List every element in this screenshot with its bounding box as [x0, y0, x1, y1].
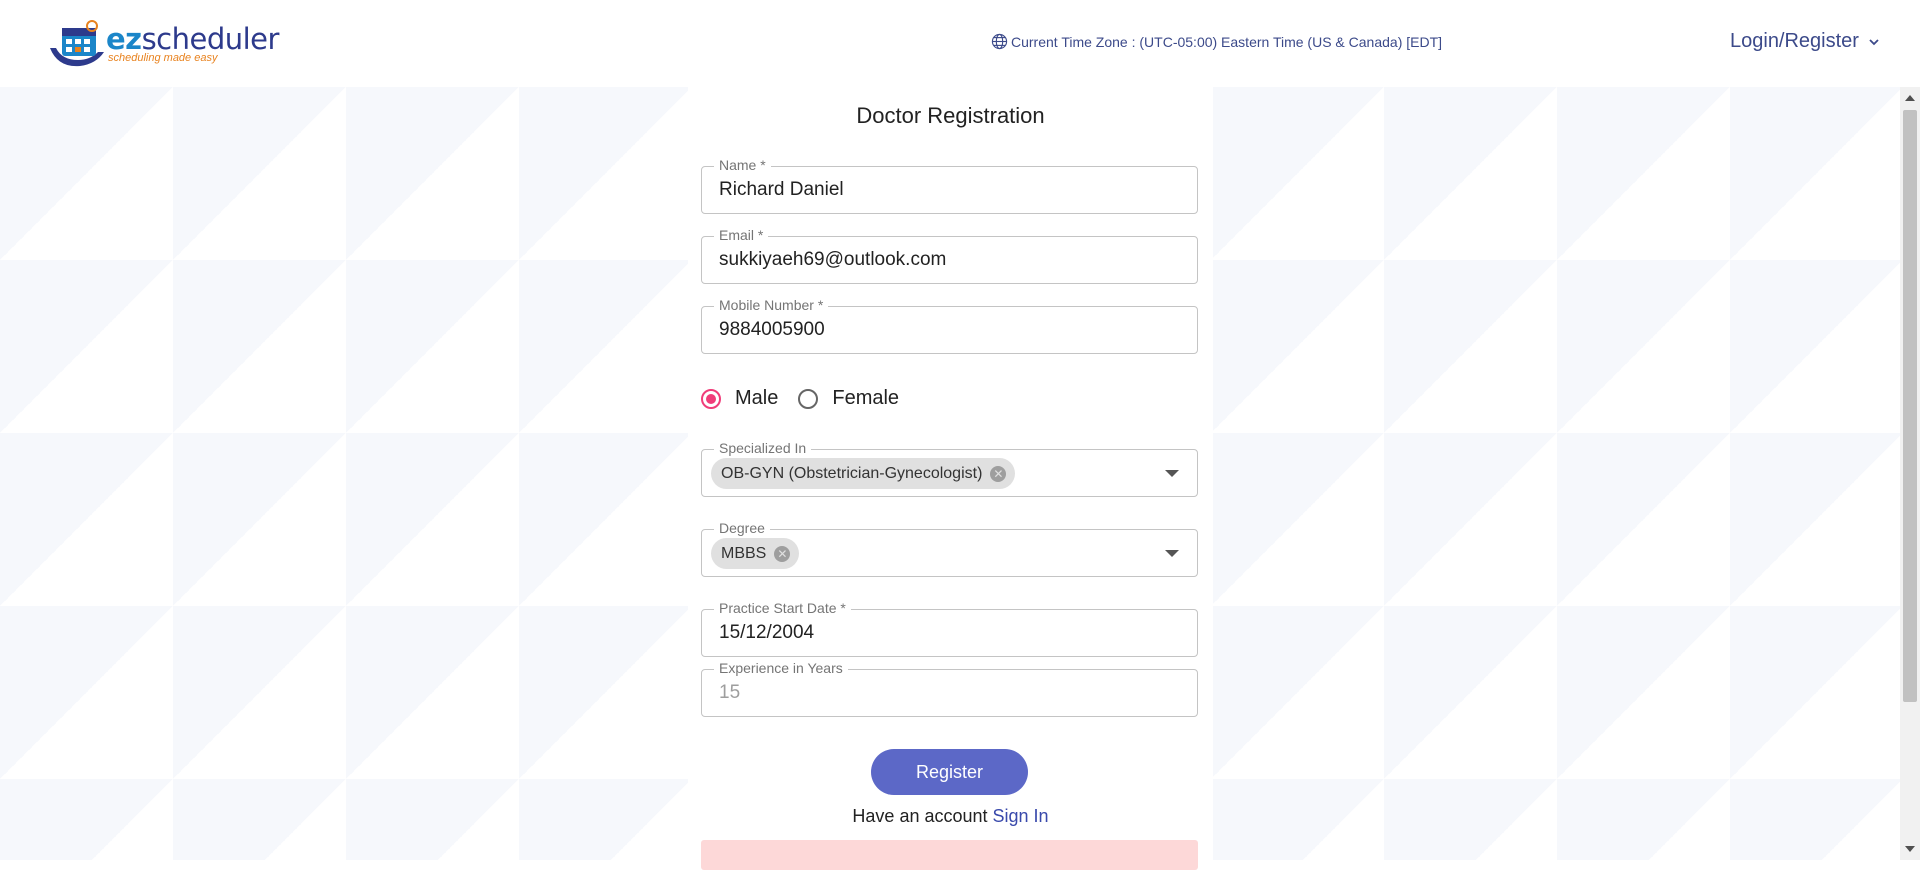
- dropdown-arrow-icon[interactable]: [1165, 550, 1179, 557]
- login-register-label: Login/Register: [1730, 30, 1859, 52]
- gender-female-radio[interactable]: Female: [798, 387, 899, 410]
- globe-icon: [991, 33, 1008, 50]
- specialized-in-select[interactable]: Specialized In OB-GYN (Obstetrician-Gyne…: [701, 440, 1198, 497]
- scroll-down-arrow-icon[interactable]: [1905, 846, 1915, 852]
- chip-remove-icon[interactable]: ✕: [774, 545, 791, 562]
- logo[interactable]: ezscheduler scheduling made easy: [48, 18, 279, 70]
- gender-male-label: Male: [735, 387, 779, 409]
- email-value: sukkiyaeh69@outlook.com: [719, 249, 947, 270]
- email-field[interactable]: Email * sukkiyaeh69@outlook.com: [701, 227, 1198, 284]
- page-title: Doctor Registration: [856, 103, 1045, 128]
- degree-chip: MBBS ✕: [711, 538, 800, 569]
- radio-selected-icon: [701, 388, 721, 409]
- sign-in-link[interactable]: Sign In: [993, 806, 1049, 826]
- have-account-line: Have an account Sign In: [688, 806, 1213, 827]
- timezone-display: Current Time Zone : (UTC-05:00) Eastern …: [991, 33, 1442, 50]
- mobile-number-value: 9884005900: [719, 319, 825, 340]
- email-label: Email *: [714, 227, 769, 243]
- chip-remove-icon[interactable]: ✕: [990, 465, 1007, 482]
- register-button[interactable]: Register: [871, 749, 1028, 795]
- radio-unselected-icon: [798, 388, 819, 409]
- practice-start-date-label: Practice Start Date *: [714, 600, 851, 616]
- degree-select[interactable]: Degree MBBS ✕: [701, 520, 1198, 577]
- header: ezscheduler scheduling made easy Current…: [0, 0, 1920, 87]
- chevron-down-icon: [1869, 38, 1879, 45]
- logo-text-ez: ez: [106, 22, 142, 56]
- login-register-menu[interactable]: Login/Register: [1730, 30, 1881, 53]
- gender-female-label: Female: [832, 387, 900, 409]
- specialty-chip-label: OB-GYN (Obstetrician-Gynecologist): [721, 464, 983, 482]
- name-value: Richard Daniel: [719, 179, 844, 200]
- have-account-text: Have an account: [852, 806, 988, 826]
- timezone-text: Current Time Zone : (UTC-05:00) Eastern …: [1011, 33, 1443, 50]
- alert-box: [701, 840, 1198, 870]
- logo-text-scheduler: scheduler: [141, 22, 280, 56]
- experience-years-label: Experience in Years: [714, 660, 848, 676]
- dropdown-arrow-icon[interactable]: [1165, 470, 1179, 477]
- gender-radio-group: Male Female: [701, 387, 919, 410]
- degree-label: Degree: [714, 520, 770, 536]
- mobile-number-label: Mobile Number *: [714, 297, 829, 313]
- logo-tagline: scheduling made easy: [108, 52, 218, 64]
- name-label: Name *: [714, 157, 771, 173]
- specialty-chip: OB-GYN (Obstetrician-Gynecologist) ✕: [711, 458, 1016, 489]
- specialized-in-label: Specialized In: [714, 440, 812, 456]
- scroll-up-arrow-icon[interactable]: [1905, 95, 1915, 101]
- registration-panel: Doctor Registration Name * Richard Danie…: [688, 87, 1213, 870]
- scrollbar-thumb[interactable]: [1903, 110, 1917, 702]
- name-field[interactable]: Name * Richard Daniel: [701, 157, 1198, 214]
- logo-calendar-icon: [50, 20, 104, 67]
- degree-chip-label: MBBS: [721, 544, 767, 562]
- experience-years-field: Experience in Years 15: [701, 660, 1198, 717]
- scrollbar[interactable]: [1900, 87, 1920, 860]
- gender-male-radio[interactable]: Male: [701, 387, 778, 410]
- practice-start-date-value: 15/12/2004: [719, 622, 815, 643]
- experience-years-value: 15: [719, 682, 741, 703]
- mobile-number-field[interactable]: Mobile Number * 9884005900: [701, 297, 1198, 354]
- practice-start-date-field[interactable]: Practice Start Date * 15/12/2004: [701, 600, 1198, 657]
